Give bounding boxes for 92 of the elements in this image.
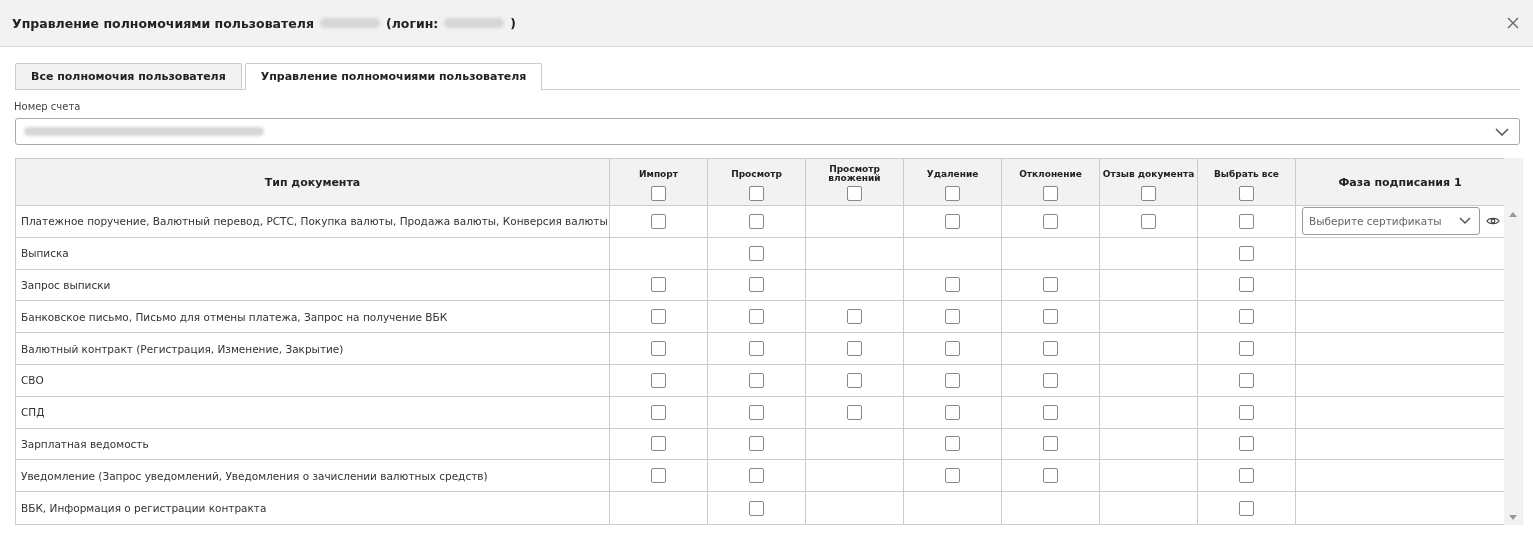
checkbox[interactable] xyxy=(1043,468,1058,484)
document-type: Запрос выписки xyxy=(21,279,111,291)
checkbox[interactable] xyxy=(1239,341,1254,357)
checkbox[interactable] xyxy=(1239,245,1254,261)
checkbox[interactable] xyxy=(651,372,666,388)
tab[interactable]: Все полномочия пользователя xyxy=(15,63,242,89)
checkbox[interactable] xyxy=(1239,277,1254,293)
document-type: СПД xyxy=(21,406,45,419)
redacted-text xyxy=(444,18,505,28)
checkbox[interactable] xyxy=(749,186,764,201)
column-header: Выбрать все xyxy=(1214,167,1279,181)
checkbox[interactable] xyxy=(847,309,862,325)
checkbox[interactable] xyxy=(945,309,960,325)
checkbox[interactable] xyxy=(651,213,666,229)
column-header: Фаза подписания 1 xyxy=(1338,175,1462,189)
column-header: Просмотр вложений xyxy=(827,163,882,185)
column-header: Удаление xyxy=(926,167,979,181)
checkbox[interactable] xyxy=(749,309,764,325)
checkbox[interactable] xyxy=(651,341,666,357)
checkbox[interactable] xyxy=(945,341,960,357)
checkbox[interactable] xyxy=(749,245,764,261)
checkbox[interactable] xyxy=(1239,404,1254,420)
checkbox[interactable] xyxy=(651,468,666,484)
checkbox[interactable] xyxy=(1239,500,1254,516)
document-type: Уведомление (Запрос уведомлений, Уведомления о зачислении валютных средств) xyxy=(21,469,488,482)
checkbox[interactable] xyxy=(1141,186,1156,201)
checkbox[interactable] xyxy=(749,500,764,516)
dialog-title: Управление полномочиями пользователя xyxy=(12,15,314,31)
checkbox[interactable] xyxy=(945,213,960,229)
checkbox[interactable] xyxy=(945,372,960,388)
column-header: Отклонение xyxy=(1019,167,1082,181)
document-type: СВО xyxy=(21,374,44,387)
chevron-down-icon xyxy=(1459,217,1471,226)
chevron-down-icon xyxy=(1495,127,1509,136)
checkbox[interactable] xyxy=(1239,436,1254,452)
checkbox[interactable] xyxy=(1043,341,1058,357)
checkbox[interactable] xyxy=(651,277,666,293)
checkbox[interactable] xyxy=(1043,372,1058,388)
checkbox[interactable] xyxy=(847,372,862,388)
document-type: Валютный контракт (Регистрация, Изменение, Закрытие) xyxy=(21,342,344,355)
redacted-text xyxy=(319,18,380,28)
checkbox[interactable] xyxy=(1043,213,1058,229)
scroll-down-icon xyxy=(1509,514,1517,521)
checkbox[interactable] xyxy=(749,277,764,293)
column-header: Отзыв документа xyxy=(1102,167,1195,181)
checkbox[interactable] xyxy=(1239,309,1254,325)
login-end: ) xyxy=(510,15,517,31)
checkbox[interactable] xyxy=(945,186,960,201)
checkbox[interactable] xyxy=(1043,436,1058,452)
checkbox[interactable] xyxy=(1043,186,1058,201)
close-icon[interactable] xyxy=(1507,17,1519,29)
checkbox[interactable] xyxy=(945,277,960,293)
checkbox[interactable] xyxy=(651,186,666,201)
login-label: (логин: xyxy=(385,15,439,31)
checkbox[interactable] xyxy=(749,341,764,357)
document-type: Банковское письмо, Письмо для отмены платежа, Запрос на получение ВБК xyxy=(21,310,448,323)
document-type: Зарплатная ведомость xyxy=(21,437,149,450)
checkbox[interactable] xyxy=(651,309,666,325)
scroll-up-icon xyxy=(1509,211,1517,217)
document-type: Платежное поручение, Валютный перевод, РСТС, Покупка валюты, Продажа валюты, Конверсия валюты xyxy=(21,215,608,228)
column-header: Просмотр xyxy=(731,167,782,181)
checkbox[interactable] xyxy=(651,436,666,452)
checkbox[interactable] xyxy=(749,468,764,484)
checkbox[interactable] xyxy=(1043,309,1058,325)
checkbox[interactable] xyxy=(945,436,960,452)
eye-icon[interactable] xyxy=(1486,216,1500,227)
document-type: Выписка xyxy=(21,247,69,260)
checkbox[interactable] xyxy=(749,372,764,388)
field-label: Номер счета xyxy=(14,101,81,112)
checkbox[interactable] xyxy=(1239,372,1254,388)
document-type: ВБК, Информация о регистрации контракта xyxy=(21,502,267,515)
column-header: Тип документа xyxy=(264,175,361,189)
checkbox[interactable] xyxy=(847,341,862,357)
account-select[interactable] xyxy=(15,118,1520,145)
checkbox[interactable] xyxy=(749,436,764,452)
checkbox[interactable] xyxy=(1043,404,1058,420)
checkbox[interactable] xyxy=(1141,213,1156,229)
checkbox[interactable] xyxy=(945,404,960,420)
tab[interactable]: Управление полномочиями пользователя xyxy=(244,63,543,90)
checkbox[interactable] xyxy=(847,404,862,420)
certificate-select[interactable]: Выберите сертификаты xyxy=(1302,207,1480,236)
column-header: Импорт xyxy=(639,167,678,181)
checkbox[interactable] xyxy=(847,186,862,201)
checkbox[interactable] xyxy=(749,213,764,229)
checkbox[interactable] xyxy=(749,404,764,420)
checkbox[interactable] xyxy=(651,404,666,420)
scrollbar[interactable] xyxy=(1504,158,1523,525)
checkbox[interactable] xyxy=(1239,213,1254,229)
checkbox[interactable] xyxy=(1043,277,1058,293)
checkbox[interactable] xyxy=(1239,468,1254,484)
checkbox[interactable] xyxy=(945,468,960,484)
checkbox[interactable] xyxy=(1239,186,1254,201)
